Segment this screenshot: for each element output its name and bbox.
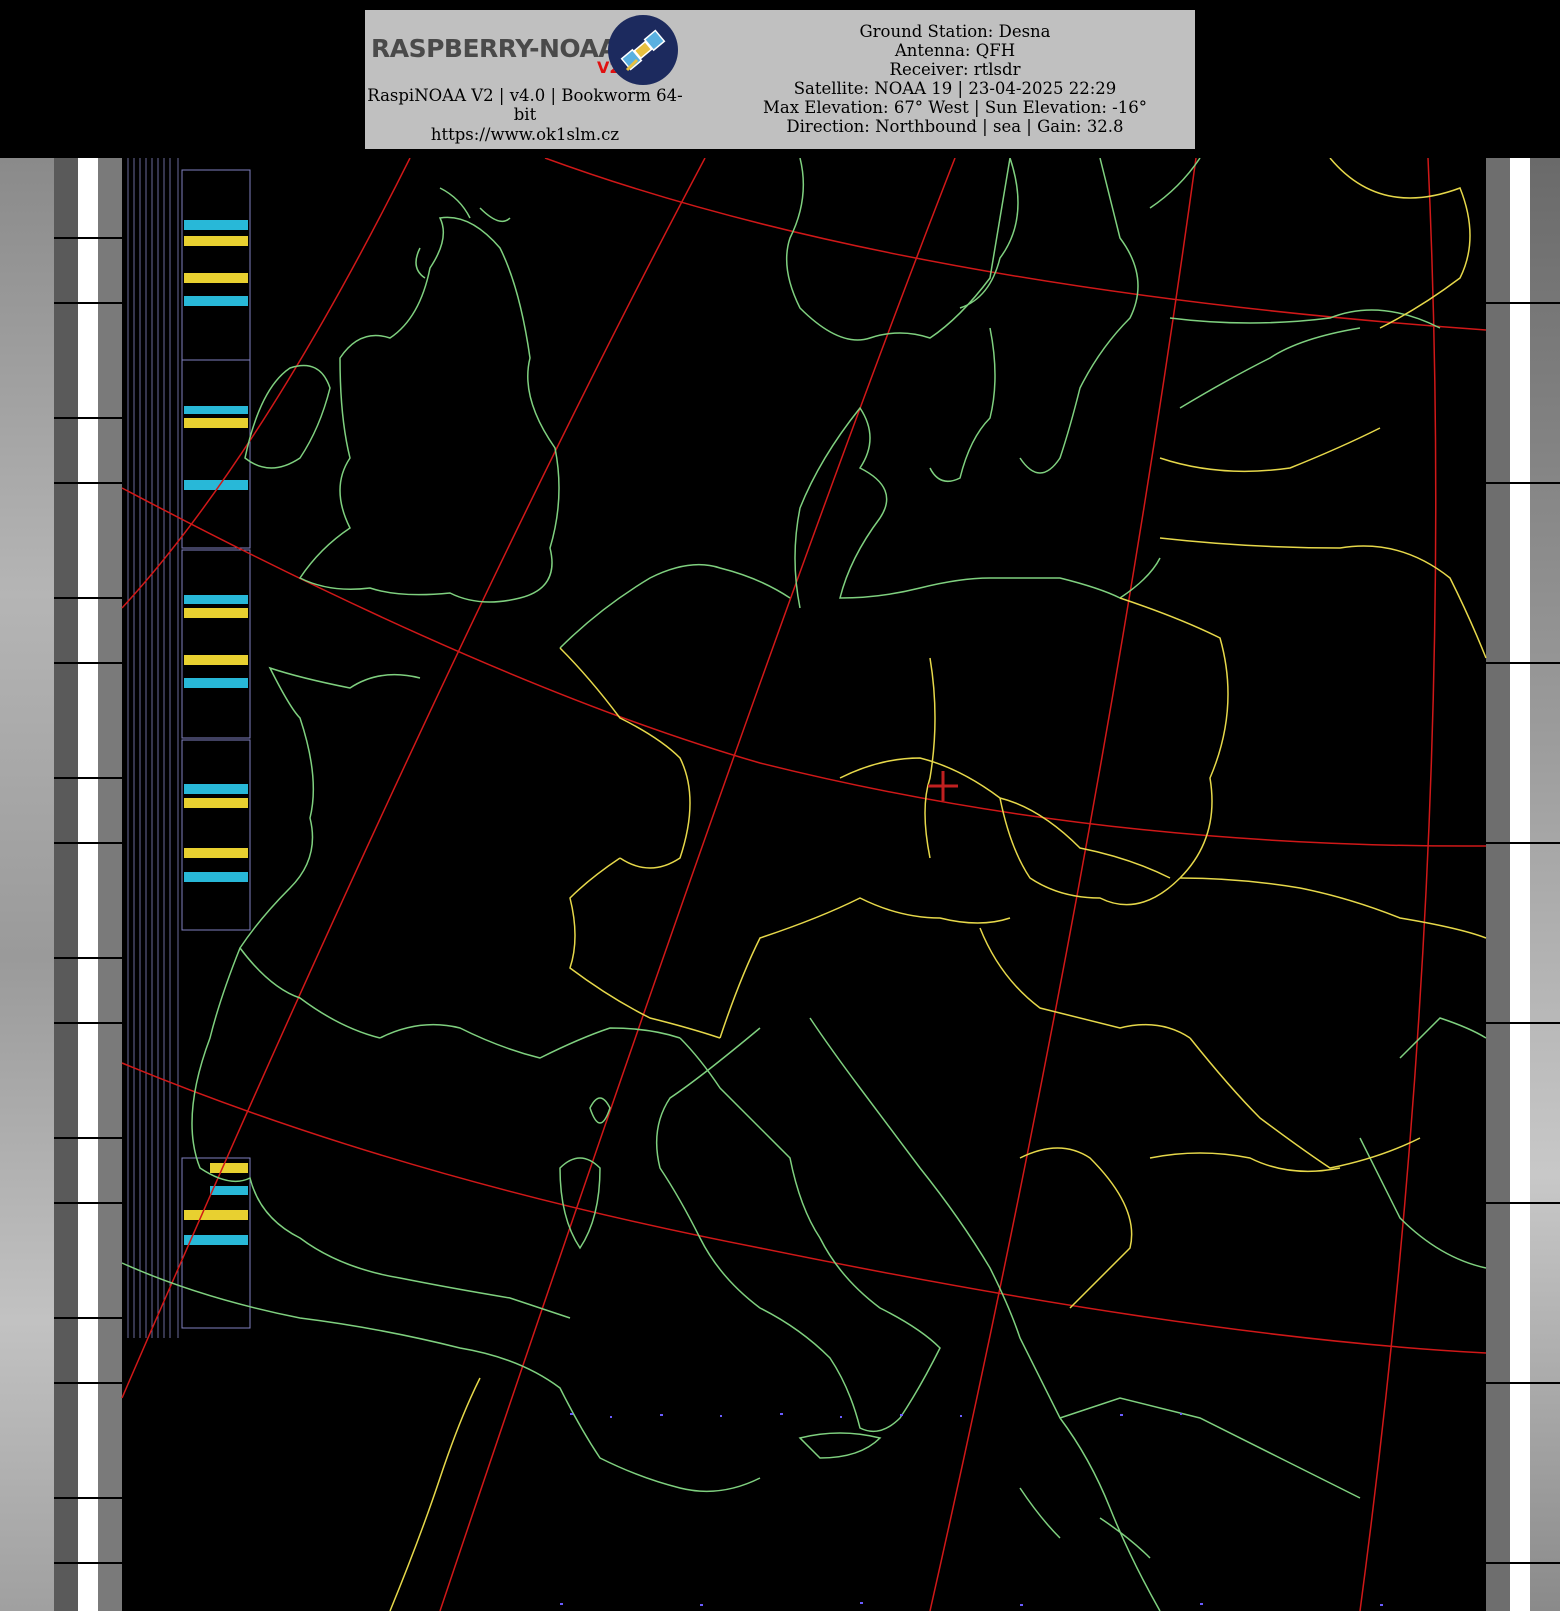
receiver-line: Receiver: rtlsdr xyxy=(889,60,1021,79)
satellite-icon xyxy=(608,15,678,85)
right-image-strip xyxy=(1486,158,1560,1611)
noise-speckle xyxy=(560,1413,1383,1606)
website-link[interactable]: https://www.ok1slm.cz xyxy=(365,125,685,144)
map-canvas xyxy=(0,158,1560,1611)
logo-text: RASPBERRY-NOAA xyxy=(371,34,618,63)
satellite-line: Satellite: NOAA 19 | 23-04-2025 22:29 xyxy=(793,79,1117,98)
logo-block: RASPBERRY-NOAA V2 RaspiNOAA V2 | v4.0 | … xyxy=(365,10,685,149)
elevation-line: Max Elevation: 67° West | Sun Elevation:… xyxy=(763,98,1147,117)
country-borders xyxy=(389,158,1487,1611)
calibration-wedges xyxy=(127,158,251,1338)
ground-station-marker-icon xyxy=(928,771,958,801)
ground-station-line: Ground Station: Desna xyxy=(859,22,1051,41)
pass-info-header: RASPBERRY-NOAA V2 RaspiNOAA V2 | v4.0 | … xyxy=(365,10,1195,149)
direction-line: Direction: Northbound | sea | Gain: 32.8 xyxy=(786,117,1124,136)
satellite-map xyxy=(0,158,1560,1611)
left-image-strip xyxy=(0,158,122,1611)
antenna-line: Antenna: QFH xyxy=(894,41,1016,60)
pass-details: Ground Station: Desna Antenna: QFH Recei… xyxy=(725,22,1185,136)
version-line: RaspiNOAA V2 | v4.0 | Bookworm 64-bit xyxy=(367,86,683,124)
